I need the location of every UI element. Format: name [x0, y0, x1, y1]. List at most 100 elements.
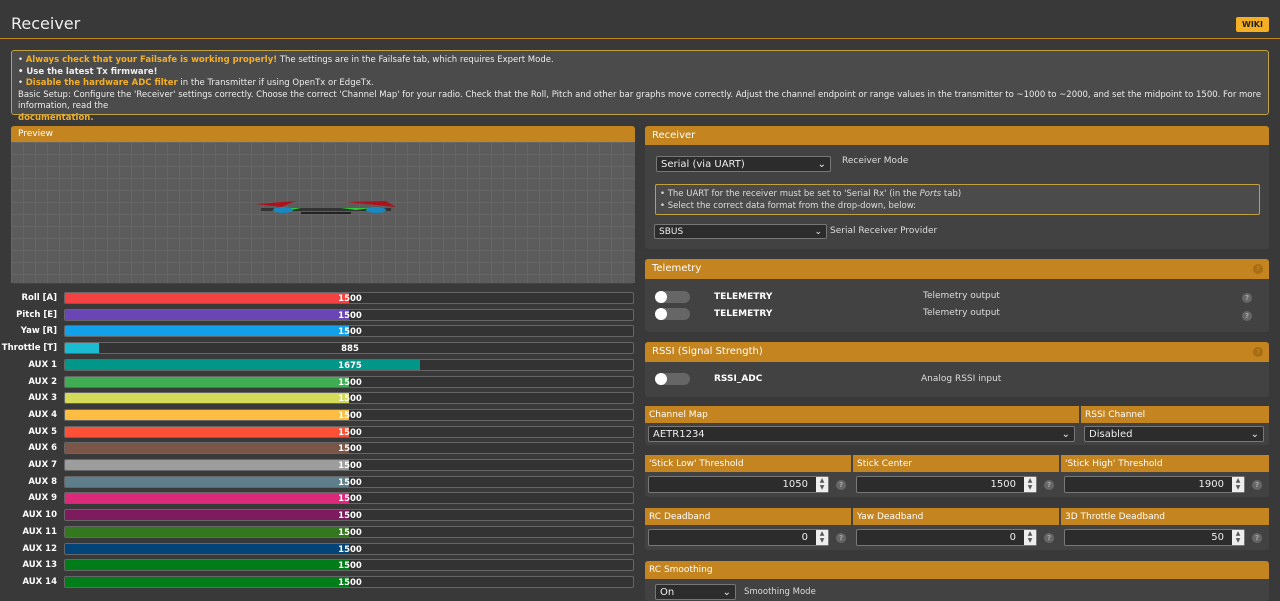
help-icon[interactable]: ?: [1253, 347, 1263, 357]
chevron-down-icon: ⌄: [722, 586, 731, 598]
channel-bar: 885: [64, 342, 634, 355]
channel-bar: 1500: [64, 325, 634, 338]
rssi-adc-name: RSSI_ADC: [714, 374, 763, 384]
help-icon[interactable]: ?: [1044, 480, 1054, 490]
channel-value: 1500: [338, 494, 362, 505]
info-text: The UART for the receiver must be set to…: [667, 189, 920, 199]
smoothing-mode-value: On: [660, 586, 675, 598]
channel-label: AUX 12: [22, 543, 57, 554]
channel-row: AUX 5 1500: [0, 425, 640, 439]
channel-label: Pitch [E]: [16, 309, 57, 320]
channel-row: Yaw [R] 1500: [0, 324, 640, 338]
notice-text: The settings are in the Failsafe tab, wh…: [277, 55, 554, 65]
channel-bar: 1500: [64, 408, 634, 421]
rc-smoothing-group: RC Smoothing On ⌄ Smoothing Mode: [645, 561, 1269, 601]
spinner-icon[interactable]: ▲ ▼: [1024, 530, 1036, 545]
spinner-icon[interactable]: ▲ ▼: [816, 530, 828, 545]
documentation-link[interactable]: documentation.: [18, 113, 94, 123]
channel-row: AUX 13 1500: [0, 558, 640, 572]
channel-row: AUX 3 1500: [0, 391, 640, 405]
channel-value: 1500: [338, 477, 362, 488]
channel-label: AUX 6: [28, 443, 57, 454]
channel-label: AUX 14: [22, 576, 57, 587]
rssi-channel-select[interactable]: Disabled ⌄: [1084, 426, 1264, 442]
help-icon[interactable]: ?: [1252, 533, 1262, 543]
channel-bar: 1500: [64, 509, 634, 522]
help-icon[interactable]: ?: [1044, 533, 1054, 543]
spinner-icon[interactable]: ▲ ▼: [816, 477, 828, 492]
channel-value: 1500: [338, 410, 362, 421]
spinner-icon[interactable]: ▲ ▼: [1232, 530, 1244, 545]
number-input[interactable]: 50 ▲ ▼: [1064, 529, 1245, 546]
help-icon[interactable]: ?: [1242, 293, 1252, 303]
number-input[interactable]: 0 ▲ ▼: [856, 529, 1037, 546]
notice-text: in the Transmitter if using OpenTx or Ed…: [177, 78, 374, 88]
spinner-icon[interactable]: ▲ ▼: [1232, 477, 1244, 492]
number-input[interactable]: 1050 ▲ ▼: [648, 476, 829, 493]
channel-row: AUX 2 1500: [0, 375, 640, 389]
channel-bar: 1500: [64, 442, 634, 455]
serial-provider-label: Serial Receiver Provider: [830, 226, 938, 236]
chevron-down-icon: ⌄: [814, 226, 822, 237]
channel-label: AUX 10: [22, 510, 57, 521]
telemetry-toggle-2[interactable]: [655, 308, 690, 320]
channel-label: AUX 11: [22, 526, 57, 537]
smoothing-mode-select[interactable]: On ⌄: [655, 584, 736, 600]
help-icon[interactable]: ?: [1253, 264, 1263, 274]
wiki-button[interactable]: WIKI: [1236, 17, 1269, 32]
number-value: 0: [1009, 532, 1016, 543]
rssi-adc-toggle[interactable]: [655, 373, 690, 385]
channel-value: 1500: [338, 444, 362, 455]
channel-label: AUX 3: [28, 393, 57, 404]
channel-bar: 1675: [64, 358, 634, 371]
channel-value: 1500: [338, 310, 362, 321]
basic-setup-text: Basic Setup: Configure the 'Receiver' se…: [18, 89, 1262, 112]
channel-row: AUX 6 1500: [0, 441, 640, 455]
channel-value: 885: [341, 344, 359, 355]
telemetry-toggle-1[interactable]: [655, 291, 690, 303]
serial-provider-select[interactable]: SBUS ⌄: [654, 224, 827, 239]
receiver-info-box: • The UART for the receiver must be set …: [655, 184, 1260, 215]
help-icon[interactable]: ?: [1252, 480, 1262, 490]
number-input[interactable]: 1500 ▲ ▼: [856, 476, 1037, 493]
help-icon[interactable]: ?: [1242, 311, 1252, 321]
channel-value: 1500: [338, 527, 362, 538]
channel-value: 1500: [338, 511, 362, 522]
telemetry-desc-1: Telemetry output: [923, 291, 1000, 301]
channel-label: AUX 9: [28, 493, 57, 504]
help-icon[interactable]: ?: [836, 533, 846, 543]
rssi-channel-value: Disabled: [1089, 428, 1133, 440]
rssi-channel-label: RSSI Channel: [1081, 406, 1269, 423]
spinner-icon[interactable]: ▲ ▼: [1024, 477, 1036, 492]
info-text: Select the correct data format from the …: [667, 201, 917, 211]
telemetry-desc-2: Telemetry output: [923, 308, 1000, 318]
channel-value: 1500: [338, 294, 362, 304]
telemetry-name-1: TELEMETRY: [714, 292, 773, 302]
channel-map-select[interactable]: AETR1234 ⌄: [648, 426, 1075, 442]
telemetry-title: Telemetry: [652, 263, 702, 274]
rssi-panel: RSSI (Signal Strength)? RSSI_ADC Analog …: [645, 342, 1269, 397]
channel-bar: 1500: [64, 292, 634, 304]
channel-row: AUX 10 1500: [0, 508, 640, 522]
channel-map-group: Channel Map AETR1234 ⌄ RSSI Channel Disab…: [645, 406, 1269, 445]
number-input[interactable]: 1900 ▲ ▼: [1064, 476, 1245, 493]
rssi-adc-desc: Analog RSSI input: [921, 374, 1002, 384]
field-label: Stick Center: [853, 455, 1059, 472]
rssi-title: RSSI (Signal Strength): [652, 346, 763, 357]
field-label: 'Stick Low' Threshold: [645, 455, 851, 472]
channel-row: Roll [A] 1500: [0, 291, 640, 305]
number-value: 1900: [1198, 479, 1224, 490]
telemetry-name-2: TELEMETRY: [714, 309, 773, 319]
provider-value: SBUS: [659, 226, 684, 237]
number-input[interactable]: 0 ▲ ▼: [648, 529, 829, 546]
channel-row: AUX 12 1500: [0, 542, 640, 556]
help-icon[interactable]: ?: [836, 480, 846, 490]
channel-label: AUX 8: [28, 476, 57, 487]
model-preview-canvas[interactable]: [11, 142, 635, 283]
adc-warning: Disable the hardware ADC filter: [25, 78, 178, 88]
channel-map-value: AETR1234: [653, 428, 705, 440]
receiver-mode-select[interactable]: Serial (via UART) ⌄: [656, 156, 831, 172]
channel-bar: 1500: [64, 542, 634, 555]
field-label: 3D Throttle Deadband: [1061, 508, 1269, 525]
chevron-down-icon: ⌄: [1061, 428, 1070, 440]
